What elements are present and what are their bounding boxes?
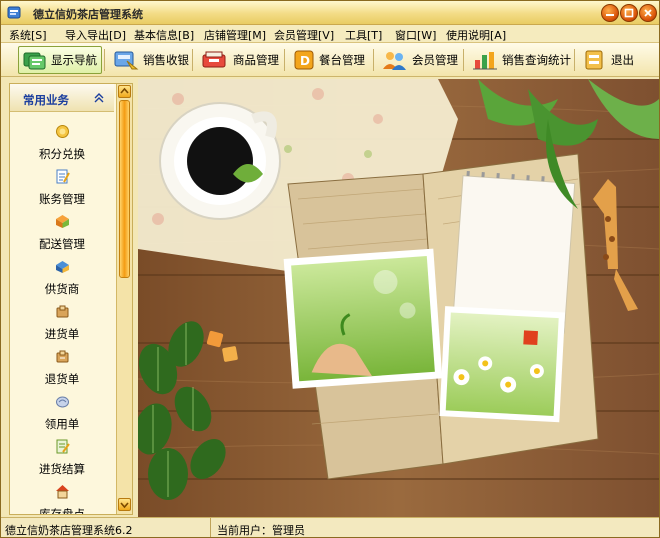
- toolbar-label: 销售收银: [143, 53, 189, 67]
- table-icon: D: [294, 50, 314, 70]
- toolbar-separator: [463, 49, 464, 71]
- scroll-down-button[interactable]: [118, 498, 131, 511]
- members-icon: [383, 52, 406, 70]
- sidebar-item-label: 进货结算: [39, 462, 85, 476]
- menu-members[interactable]: 会员管理[V]: [274, 27, 334, 43]
- toolbar-separator: [574, 49, 575, 71]
- purchase-order-icon: [56, 305, 69, 318]
- sidebar-item-label: 领用单: [44, 417, 80, 431]
- sales-stats-icon: [473, 52, 497, 70]
- delivery-icon: [56, 215, 69, 228]
- accounts-icon: [56, 169, 70, 184]
- menu-tools[interactable]: 工具[T]: [345, 27, 382, 43]
- sidebar-item-inventory-check[interactable]: 库存盘点: [10, 482, 114, 514]
- goods-icon: [202, 51, 226, 68]
- sidebar-scrollbar[interactable]: [116, 84, 132, 514]
- purchase-settle-icon: [56, 439, 70, 454]
- sidebar-item-label: 库存盘点: [39, 507, 85, 514]
- menu-help[interactable]: 使用说明[A]: [446, 27, 506, 43]
- minimize-icon: [606, 14, 614, 16]
- points-icon: [56, 125, 69, 138]
- maximize-button[interactable]: [620, 4, 638, 22]
- menu-window[interactable]: 窗口[W]: [395, 27, 436, 43]
- toolbar-separator: [192, 49, 193, 71]
- title-bar[interactable]: 德立信奶茶店管理系统: [1, 1, 659, 25]
- menu-system[interactable]: 系统[S]: [9, 27, 47, 43]
- sidebar-item-label: 供货商: [44, 282, 80, 296]
- status-panel-version: 德立信奶茶店管理系统6.2: [1, 518, 211, 537]
- sales-stats-button[interactable]: 销售查询统计: [468, 46, 575, 74]
- sidebar-item-return-order[interactable]: 退货单: [10, 347, 114, 391]
- sidebar-item-label: 退货单: [44, 372, 80, 386]
- cashier-icon: [114, 51, 139, 70]
- menu-import-export[interactable]: 导入导出[D]: [65, 27, 126, 43]
- toolbar-separator: [284, 49, 285, 71]
- toolbar-separator: [373, 49, 374, 71]
- sidebar-item-supplier[interactable]: 供货商: [10, 257, 114, 301]
- scroll-down-arrow-icon: [120, 502, 129, 509]
- toolbar-label: 退出: [611, 53, 634, 67]
- wood-desk-illustration: [138, 79, 659, 517]
- collapse-chevron-icon[interactable]: [94, 93, 104, 103]
- toolbar-separator: [104, 49, 105, 71]
- toolbar-label: 餐台管理: [319, 53, 365, 67]
- menu-basic-info[interactable]: 基本信息[B]: [134, 27, 194, 43]
- member-management-button[interactable]: 会员管理: [378, 46, 462, 74]
- scroll-thumb[interactable]: [119, 100, 130, 278]
- close-button[interactable]: [639, 4, 657, 22]
- sales-cashier-button[interactable]: 销售收银: [109, 46, 193, 74]
- sidebar-item-accounts[interactable]: 账务管理: [10, 167, 114, 211]
- sidebar-header[interactable]: 常用业务: [10, 84, 114, 112]
- menu-store[interactable]: 店铺管理[M]: [204, 27, 266, 43]
- navigation-icon: [23, 52, 46, 70]
- exit-icon: [585, 50, 603, 70]
- sidebar-item-delivery[interactable]: 配送管理: [10, 212, 114, 256]
- toolbar-label: 销售查询统计: [502, 53, 571, 67]
- supplier-icon: [56, 261, 69, 273]
- scroll-up-arrow-icon: [120, 87, 129, 94]
- sidebar-item-purchase-order[interactable]: 进货单: [10, 302, 114, 346]
- exit-button[interactable]: 退出: [579, 46, 638, 74]
- app-window: 德立信奶茶店管理系统 系统[S] 导入导出[D] 基本信息[B] 店铺管理[M]…: [0, 0, 660, 538]
- sidebar-item-label: 账务管理: [39, 192, 85, 206]
- goods-management-button[interactable]: 商品管理: [197, 46, 283, 74]
- window-title: 德立信奶茶店管理系统: [33, 8, 143, 21]
- sidebar-item-label: 积分兑换: [39, 147, 85, 161]
- toolbar-label: 会员管理: [412, 53, 458, 67]
- app-icon: [7, 6, 21, 19]
- toolbar-label: 显示导航: [51, 53, 97, 67]
- sidebar-list: 积分兑换 账务管理 配送管理 供货商 进货单 退货单 领用单 进货结算 库存盘点: [10, 114, 114, 514]
- toolbar: 显示导航 销售收银 商品管理 D 餐台管理 会员管理 销售查询统计 退出: [1, 43, 659, 77]
- desktop-background-illustration: [138, 79, 659, 517]
- return-order-icon: [56, 350, 69, 363]
- navigation-sidebar: 常用业务 积分兑换 账务管理 配送管理 供货商 进货单 退货单 领用单 进货结算…: [9, 83, 133, 515]
- inventory-icon: [56, 485, 69, 499]
- sidebar-item-label: 配送管理: [39, 237, 85, 251]
- close-icon: [644, 9, 652, 17]
- scroll-up-button[interactable]: [118, 85, 131, 98]
- status-current-user: 当前用户：管理员: [217, 524, 305, 537]
- menu-bar: 系统[S] 导入导出[D] 基本信息[B] 店铺管理[M] 会员管理[V] 工具…: [1, 25, 659, 43]
- sidebar-item-requisition[interactable]: 领用单: [10, 392, 114, 436]
- sidebar-item-purchase-settlement[interactable]: 进货结算: [10, 437, 114, 481]
- minimize-button[interactable]: [601, 4, 619, 22]
- sidebar-header-title: 常用业务: [23, 93, 69, 107]
- table-management-button[interactable]: D 餐台管理: [289, 46, 369, 74]
- requisition-icon: [56, 396, 69, 408]
- svg-text:D: D: [300, 54, 310, 68]
- sidebar-item-label: 进货单: [44, 327, 80, 341]
- sidebar-item-points-exchange[interactable]: 积分兑换: [10, 122, 114, 166]
- maximize-icon: [624, 8, 634, 18]
- show-navigation-button[interactable]: 显示导航: [18, 46, 102, 74]
- status-version: 德立信奶茶店管理系统6.2: [5, 524, 133, 537]
- status-bar: 德立信奶茶店管理系统6.2 当前用户：管理员: [1, 517, 659, 537]
- toolbar-label: 商品管理: [233, 53, 279, 67]
